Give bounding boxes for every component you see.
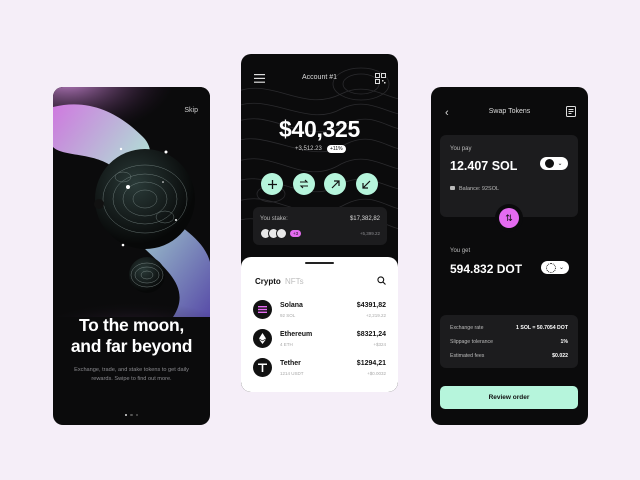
swap-direction-button[interactable]: ⇅ [495, 204, 523, 232]
detail-label: Exchange rate [450, 325, 484, 331]
qr-code-icon[interactable] [375, 73, 386, 84]
asset-value: $1294,21 [356, 360, 386, 367]
wallet-screen: Account #1 $40,325 +3,512.23 +11% You st… [241, 54, 398, 392]
tab-nfts[interactable]: NFTs [285, 277, 304, 286]
asset-amount: 4 ETH [280, 342, 293, 347]
detail-value: 1 SOL = 50.7054 DOT [516, 325, 568, 331]
asset-name: Solana [280, 302, 303, 309]
detail-row: Exchange rate 1 SOL = 50.7054 DOT [450, 325, 568, 333]
page-dot-3[interactable] [135, 413, 139, 416]
detail-value: $0.022 [552, 353, 568, 359]
onboarding-headline: To the moon, and far beyond [53, 315, 210, 357]
add-funds-button[interactable] [261, 173, 283, 195]
you-pay-amount[interactable]: 12.407 SOL [450, 159, 517, 173]
cosmic-illustration [53, 87, 210, 317]
you-get-label: You get [450, 248, 471, 254]
onboarding-subtitle: Exchange, trade, and stake tokens to get… [74, 367, 189, 382]
detail-row: Slippage tolerance 1% [450, 339, 568, 347]
asset-change: +$324 [373, 342, 386, 347]
document-icon[interactable] [566, 106, 576, 117]
swap-arrows-icon: ⇅ [499, 208, 519, 228]
stake-amount: $17,382,82 [349, 216, 380, 222]
you-pay-label: You pay [450, 146, 472, 152]
balance-text: Balance: 92SOL [459, 186, 500, 192]
detail-value: 1% [560, 339, 569, 345]
get-token-selector[interactable]: ⌄ [541, 261, 569, 274]
asset-amount: 92 SOL [280, 313, 296, 318]
polkadot-icon [545, 262, 556, 273]
ethereum-icon [253, 329, 272, 348]
quick-actions [261, 173, 378, 195]
balance-change: +3,512.23 [295, 146, 322, 152]
swap-button[interactable] [292, 173, 315, 195]
receive-button[interactable] [355, 173, 378, 195]
arrow-down-left-icon [362, 180, 371, 189]
sheet-handle[interactable] [305, 262, 334, 264]
headline-line-1: To the moon, [79, 315, 184, 335]
chevron-down-icon: ⌄ [558, 265, 565, 271]
headline-line-2: and far beyond [70, 336, 193, 356]
asset-change: +$0.0032 [367, 371, 386, 376]
search-icon[interactable] [377, 276, 386, 285]
total-balance: $40,325 [278, 116, 361, 142]
asset-row-solana[interactable]: Solana 92 SOL $4391,82 +2,219.22 [253, 300, 386, 320]
asset-name: Tether [280, 360, 301, 367]
detail-label: Slippage tolerance [450, 339, 493, 345]
tether-icon [253, 358, 272, 377]
balance-change-badge: +11% [327, 145, 346, 153]
you-get-amount: 594.832 DOT [450, 262, 523, 276]
balance-row: Balance: 92SOL [450, 186, 499, 192]
pay-token-selector[interactable]: ⌄ [540, 157, 568, 170]
more-coins-badge: +3 [290, 230, 302, 237]
chevron-down-icon: ⌄ [557, 161, 563, 167]
stake-label: You stake: [260, 216, 288, 222]
page-dot-2[interactable] [130, 413, 133, 416]
solana-icon [253, 300, 272, 319]
onboarding-screen: Skip To the moon, and far beyond Exchang… [53, 87, 210, 425]
stake-card[interactable]: You stake: $17,382,82 +3 +5,399.22 [253, 207, 387, 245]
asset-row-tether[interactable]: Tether 1214 USDT $1294,21 +$0.0032 [253, 358, 386, 378]
detail-row: Estimated fees $0.022 [450, 353, 568, 361]
page-dot-1[interactable] [124, 413, 128, 416]
review-order-button[interactable]: Review order [440, 386, 578, 409]
wallet-icon [450, 186, 455, 190]
detail-label: Estimated fees [450, 353, 485, 359]
swap-details-card: Exchange rate 1 SOL = 50.7054 DOT Slippa… [440, 315, 578, 368]
asset-value: $4391,82 [356, 302, 386, 309]
plus-icon [267, 179, 277, 189]
asset-change: +2,219.22 [365, 313, 386, 318]
send-button[interactable] [324, 173, 347, 195]
asset-amount: 1214 USDT [280, 371, 304, 376]
assets-sheet: Crypto NFTs Solana 92 SOL $4391,82 +2,21… [241, 257, 398, 392]
arrow-up-right-icon [331, 179, 340, 188]
stake-change: +5,399.22 [359, 231, 380, 236]
asset-value: $8321,24 [356, 331, 386, 338]
page-indicator [53, 403, 210, 421]
swap-arrows-icon [299, 179, 308, 189]
swap-screen: ‹ Swap Tokens You pay 12.407 SOL ⌄ Balan… [431, 87, 588, 425]
coin-icon [276, 228, 287, 239]
asset-name: Ethereum [280, 331, 313, 338]
tab-crypto[interactable]: Crypto [255, 277, 281, 286]
skip-button[interactable]: Skip [184, 107, 198, 114]
screen-title: Swap Tokens [488, 108, 531, 115]
staked-coins: +3 [260, 228, 302, 239]
asset-row-ethereum[interactable]: Ethereum 4 ETH $8321,24 +$324 [253, 329, 386, 349]
solana-icon [545, 159, 555, 168]
